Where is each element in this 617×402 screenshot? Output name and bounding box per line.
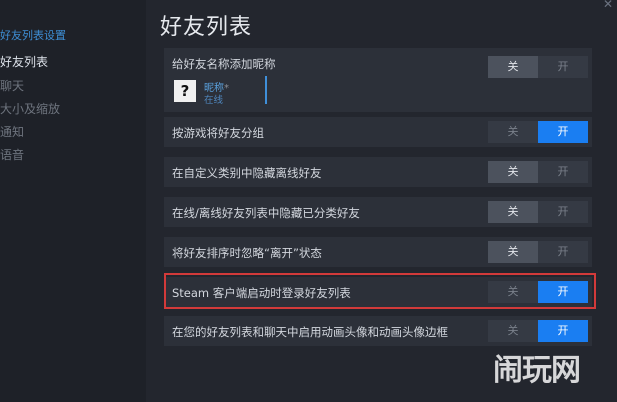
toggle-on-option[interactable]: 开 xyxy=(538,201,588,223)
toggle-on-option[interactable]: 开 xyxy=(538,121,588,143)
toggle-on-option[interactable]: 开 xyxy=(538,241,588,263)
settings-main-panel: 好友列表 ✕ 给好友名称添加昵称 关 开 ? 昵称* 在线 按游戏将好友分组 关… xyxy=(146,0,617,402)
close-icon[interactable]: ✕ xyxy=(601,0,615,11)
toggle-on-option[interactable]: 开 xyxy=(538,320,588,342)
sidebar-title: 好友列表设置 xyxy=(0,29,66,42)
watermark: 闹玩网 xyxy=(493,353,581,388)
toggle-off-option[interactable]: 关 xyxy=(488,241,538,263)
toggle-hide-categorized[interactable]: 关 开 xyxy=(488,201,588,223)
setting-label: 在您的好友列表和聊天中启用动画头像和动画头像边框 xyxy=(172,325,448,339)
toggle-off-option[interactable]: 关 xyxy=(488,121,538,143)
toggle-group-by-game[interactable]: 关 开 xyxy=(488,121,588,143)
highlight-box xyxy=(164,273,596,309)
sidebar-item-friends-list[interactable]: 好友列表 xyxy=(0,53,48,70)
page-title: 好友列表 xyxy=(160,15,253,40)
toggle-animated-avatars[interactable]: 关 开 xyxy=(488,320,588,342)
setting-row-group-by-game: 按游戏将好友分组 关 开 xyxy=(164,117,592,147)
status-text: 在线 xyxy=(204,95,224,106)
text-cursor xyxy=(265,76,267,104)
toggle-ignore-away[interactable]: 关 开 xyxy=(488,241,588,263)
setting-label: 给好友名称添加昵称 xyxy=(172,57,276,71)
setting-row-ignore-away: 将好友排序时忽略“离开”状态 关 开 xyxy=(164,237,592,267)
toggle-off-option[interactable]: 关 xyxy=(488,201,538,223)
settings-sidebar: 好友列表设置 好友列表 聊天 大小及缩放 通知 语音 xyxy=(0,0,146,402)
setting-row-hide-categorized: 在线/离线好友列表中隐藏已分类好友 关 开 xyxy=(164,197,592,227)
setting-label: 在自定义类别中隐藏离线好友 xyxy=(172,166,322,180)
setting-row-animated-avatars: 在您的好友列表和聊天中启用动画头像和动画头像边框 关 开 xyxy=(164,316,592,346)
setting-label: 按游戏将好友分组 xyxy=(172,126,264,140)
sidebar-item-voice[interactable]: 语音 xyxy=(0,146,24,163)
sidebar-item-size-scaling[interactable]: 大小及缩放 xyxy=(0,100,60,117)
avatar: ? xyxy=(174,80,196,102)
toggle-on-option[interactable]: 开 xyxy=(538,56,588,78)
toggle-nickname[interactable]: 关 开 xyxy=(488,56,588,78)
setting-label: 在线/离线好友列表中隐藏已分类好友 xyxy=(172,206,360,220)
toggle-hide-offline[interactable]: 关 开 xyxy=(488,161,588,183)
toggle-off-option[interactable]: 关 xyxy=(488,56,538,78)
sidebar-item-chat[interactable]: 聊天 xyxy=(0,77,24,94)
sidebar-item-notifications[interactable]: 通知 xyxy=(0,123,24,140)
toggle-off-option[interactable]: 关 xyxy=(488,320,538,342)
setting-label: 将好友排序时忽略“离开”状态 xyxy=(172,246,322,260)
nickname-asterisk: * xyxy=(224,83,229,94)
toggle-off-option[interactable]: 关 xyxy=(488,161,538,183)
toggle-on-option[interactable]: 开 xyxy=(538,161,588,183)
setting-row-hide-offline: 在自定义类别中隐藏离线好友 关 开 xyxy=(164,157,592,187)
